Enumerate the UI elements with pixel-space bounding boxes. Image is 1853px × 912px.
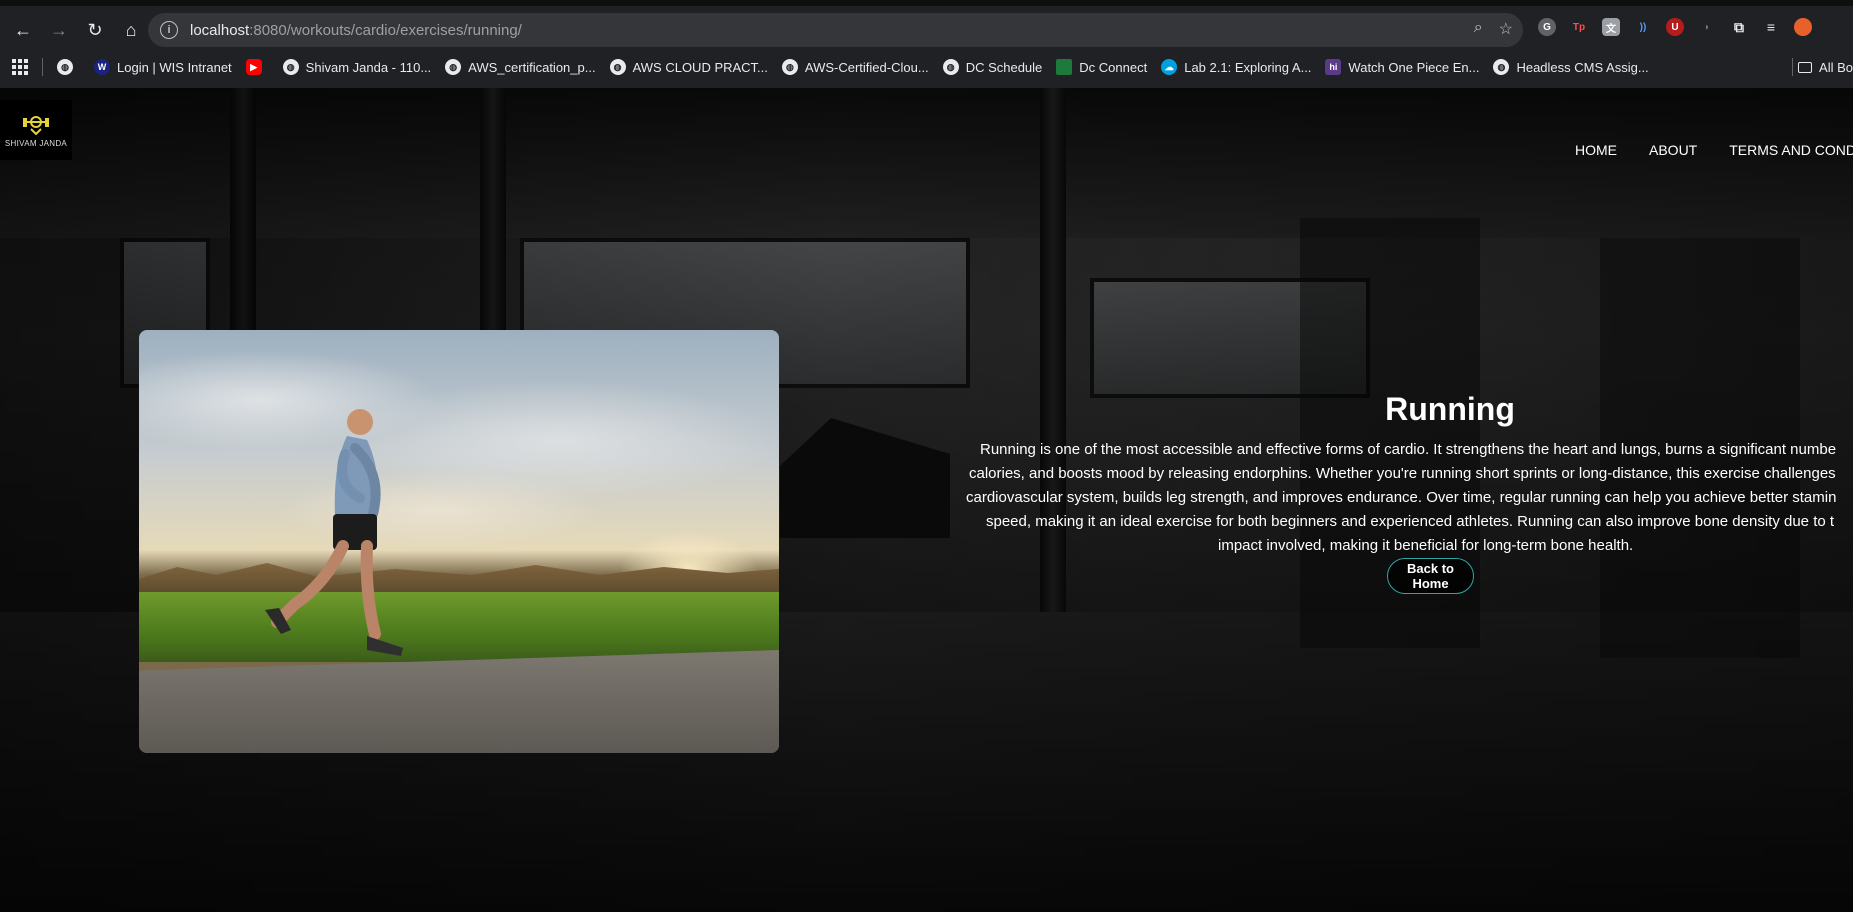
site-info-icon[interactable]: i xyxy=(160,21,178,39)
dc-icon xyxy=(1056,59,1073,75)
site-logo[interactable]: SHIVAM JANDA xyxy=(0,100,72,160)
url-host: localhost xyxy=(190,21,250,39)
reload-icon[interactable]: ↻ xyxy=(82,17,108,43)
bookmark-item[interactable]: ◍ AWS_certification_p... xyxy=(445,59,596,75)
description-line: cardiovascular system, builds leg streng… xyxy=(966,489,1837,506)
description-line: impact involved, making it beneficial fo… xyxy=(1218,537,1634,554)
salesforce-icon: ☁ xyxy=(1161,59,1178,75)
bookmark-label: AWS CLOUD PRACT... xyxy=(632,59,768,75)
bookmark-label: Headless CMS Assig... xyxy=(1516,59,1649,75)
browser-toolbar: ← → ↻ ⌂ i localhost:8080/workouts/cardio… xyxy=(0,10,1853,50)
description-line: calories, and boosts mood by releasing e… xyxy=(969,465,1836,482)
bookmark-item[interactable]: ▶ xyxy=(245,59,269,75)
all-bookmarks-label: All Bo xyxy=(1819,59,1853,75)
nav-home[interactable]: HOME xyxy=(1575,142,1617,158)
page-content: SHIVAM JANDA HOME ABOUT TERMS AND CONDIT… xyxy=(0,88,1853,912)
grammarly-extension-icon[interactable]: G xyxy=(1538,18,1556,36)
bookmark-label: Shivam Janda - 110... xyxy=(305,59,432,75)
bookmark-label: Watch One Piece En... xyxy=(1348,59,1480,75)
zoom-icon[interactable]: ⌕ xyxy=(1474,19,1483,39)
all-bookmarks-button[interactable]: All Bo xyxy=(1798,60,1853,75)
extensions-bar: G Tp 文 )) U ◗ ⧉ ≡ xyxy=(1538,18,1812,36)
tp-extension-icon[interactable]: Tp xyxy=(1570,18,1588,36)
globe-icon: ◍ xyxy=(57,59,73,75)
url-text[interactable]: localhost:8080/workouts/cardio/exercises… xyxy=(190,22,522,39)
runner-figure xyxy=(265,409,403,656)
bookmark-item[interactable]: ◍ AWS-Certified-Clou... xyxy=(781,59,929,75)
globe-icon: ◍ xyxy=(609,59,626,75)
profile-avatar[interactable] xyxy=(1794,18,1812,36)
logo-text: SHIVAM JANDA xyxy=(4,138,68,148)
bookmark-item[interactable]: hi Watch One Piece En... xyxy=(1325,59,1479,75)
bookmark-item[interactable]: ◍ AWS CLOUD PRACT... xyxy=(609,59,768,75)
nav-about[interactable]: ABOUT xyxy=(1649,142,1697,158)
audio-extension-icon[interactable]: )) xyxy=(1634,18,1652,36)
description-line: speed, making it an ideal exercise for b… xyxy=(986,513,1835,530)
bookmark-item[interactable]: ◍ Shivam Janda - 110... xyxy=(282,59,432,75)
bookmark-item[interactable]: ☁ Lab 2.1: Exploring A... xyxy=(1161,59,1311,75)
globe-icon: ◍ xyxy=(781,59,798,75)
bookmark-label: AWS-Certified-Clou... xyxy=(804,59,929,75)
nav-terms[interactable]: TERMS AND CONDITI xyxy=(1729,142,1853,158)
apps-grid-icon[interactable] xyxy=(12,59,28,75)
running-image xyxy=(139,330,779,753)
translate-extension-icon[interactable]: 文 xyxy=(1602,18,1620,36)
globe-icon: ◍ xyxy=(942,59,959,75)
globe-icon: ◍ xyxy=(282,59,299,75)
bookmark-star-icon[interactable]: ☆ xyxy=(1499,19,1513,39)
hi-icon: hi xyxy=(1325,59,1342,75)
bookmark-label: Login | WIS Intranet xyxy=(117,59,232,75)
bookmarks-bar: ◍ W Login | WIS Intranet ▶ ◍ Shivam Janda … xyxy=(0,52,1853,82)
exercise-title: Running xyxy=(1385,391,1515,427)
media-control-icon[interactable]: ≡ xyxy=(1762,18,1780,36)
bookmark-label: Dc Connect xyxy=(1079,59,1148,75)
folder-icon xyxy=(1798,61,1813,73)
bookmark-item[interactable]: ◍ DC Schedule xyxy=(942,59,1043,75)
back-arrow-icon[interactable]: ← xyxy=(10,17,36,43)
main-nav: HOME ABOUT TERMS AND CONDITI xyxy=(1575,142,1853,158)
bookmark-item[interactable]: Dc Connect xyxy=(1056,59,1147,75)
tab-strip xyxy=(0,0,1853,6)
url-path: :8080/workouts/cardio/exercises/running/ xyxy=(249,21,522,39)
bookmark-label: AWS_certification_p... xyxy=(468,59,596,75)
bookmark-item[interactable]: W Login | WIS Intranet xyxy=(94,59,232,75)
bookmarks-divider xyxy=(1792,58,1793,76)
extensions-puzzle-icon[interactable]: ⧉ xyxy=(1730,18,1748,36)
dumbbell-logo-icon xyxy=(23,115,49,135)
bookmark-label: Lab 2.1: Exploring A... xyxy=(1184,59,1312,75)
bookmarks-divider xyxy=(42,58,43,76)
wis-icon: W xyxy=(94,59,110,75)
back-to-home-button[interactable]: Back to Home xyxy=(1387,558,1474,594)
exercise-description: Running is one of the most accessible an… xyxy=(960,438,1853,558)
bookmark-label: DC Schedule xyxy=(965,59,1043,75)
youtube-icon: ▶ xyxy=(245,59,262,75)
browser-chrome: ← → ↻ ⌂ i localhost:8080/workouts/cardio… xyxy=(0,0,1853,88)
ublock-extension-icon[interactable]: U xyxy=(1666,18,1684,36)
address-bar[interactable]: i localhost:8080/workouts/cardio/exercis… xyxy=(148,13,1523,47)
bookmark-item[interactable]: ◍ xyxy=(57,59,80,75)
globe-icon: ◍ xyxy=(1493,59,1510,75)
forward-arrow-icon[interactable]: → xyxy=(46,17,72,43)
description-line: Running is one of the most accessible an… xyxy=(980,441,1837,458)
bookmark-item[interactable]: ◍ Headless CMS Assig... xyxy=(1493,59,1649,75)
elephant-extension-icon[interactable]: ◗ xyxy=(1698,18,1716,36)
home-icon[interactable]: ⌂ xyxy=(118,17,144,43)
globe-icon: ◍ xyxy=(445,59,462,75)
